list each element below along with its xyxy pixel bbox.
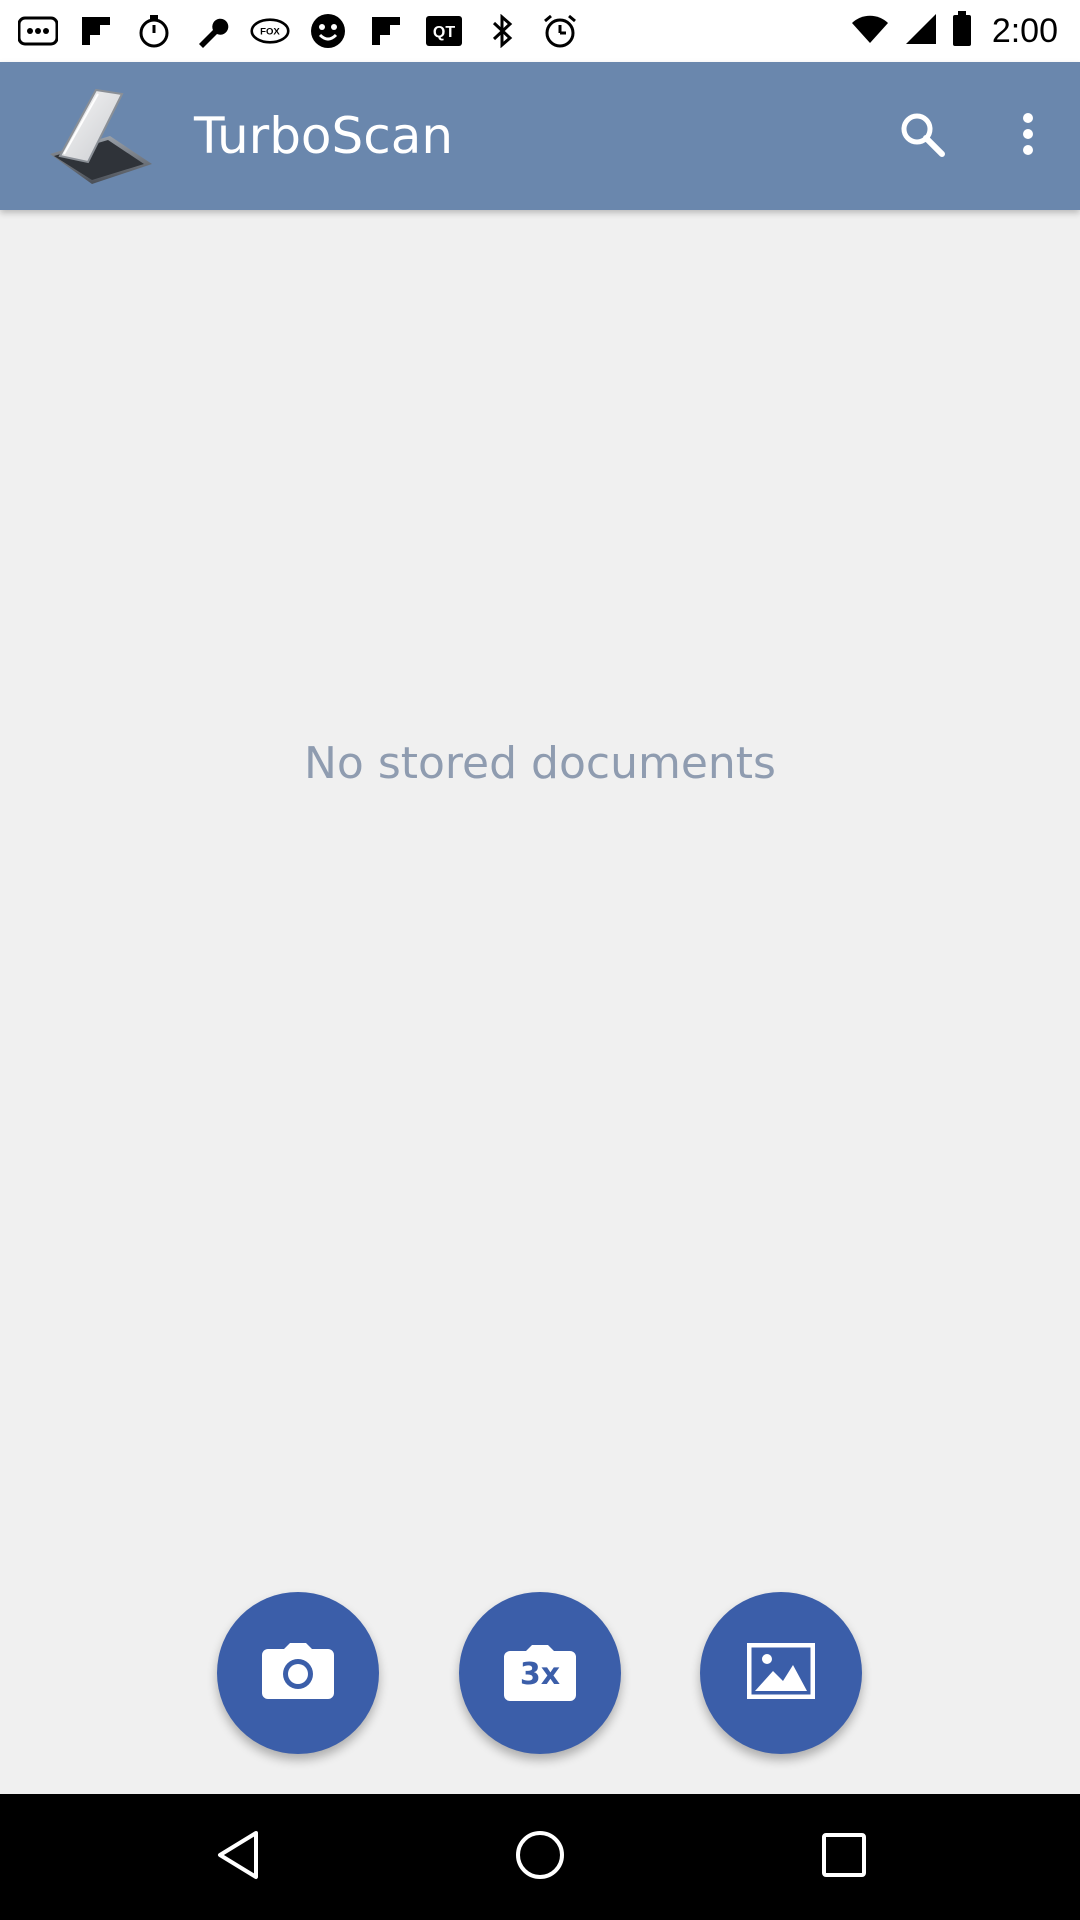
wrench-icon <box>192 11 232 51</box>
more-vert-icon <box>1020 112 1036 160</box>
back-icon <box>214 1829 262 1885</box>
multi-scan-button[interactable]: 3x <box>459 1592 621 1754</box>
search-icon <box>898 110 946 162</box>
wifi-icon <box>850 13 890 49</box>
gallery-icon <box>746 1642 816 1703</box>
app-title: TurboScan <box>194 107 454 165</box>
app-toolbar: TurboScan <box>0 62 1080 210</box>
multi-scan-icon: 3x <box>504 1645 576 1701</box>
smiley-icon <box>308 11 348 51</box>
more-options-button[interactable] <box>990 98 1066 174</box>
flipboard-icon <box>76 11 116 51</box>
empty-state-message: No stored documents <box>304 738 776 789</box>
bluetooth-icon <box>482 11 522 51</box>
home-icon <box>514 1829 566 1885</box>
status-time: 2:00 <box>991 11 1058 50</box>
status-bar: FOX QT 2:00 <box>0 0 1080 62</box>
search-button[interactable] <box>884 98 960 174</box>
system-icons: 2:00 <box>850 8 1058 54</box>
camera-scan-button[interactable] <box>217 1592 379 1754</box>
home-button[interactable] <box>500 1817 580 1897</box>
svg-text:QT: QT <box>433 24 455 41</box>
gallery-import-button[interactable] <box>700 1592 862 1754</box>
camera-icon <box>262 1643 334 1703</box>
messaging-dots-icon <box>18 11 58 51</box>
svg-text:FOX: FOX <box>260 26 280 37</box>
recents-icon <box>821 1832 867 1882</box>
notification-icons: FOX QT <box>18 8 580 54</box>
navigation-bar <box>0 1794 1080 1920</box>
back-button[interactable] <box>198 1817 278 1897</box>
battery-icon <box>952 11 972 51</box>
qt-icon: QT <box>424 11 464 51</box>
document-list: No stored documents <box>0 210 1080 1794</box>
recents-button[interactable] <box>804 1817 884 1897</box>
multi-scan-label: 3x <box>519 1657 561 1692</box>
alarm-icon <box>540 11 580 51</box>
signal-icon <box>904 12 938 50</box>
flipboard-icon <box>366 11 406 51</box>
fox-sports-icon: FOX <box>250 11 290 51</box>
timer-icon <box>134 11 174 51</box>
turboscan-logo-icon <box>44 84 156 188</box>
